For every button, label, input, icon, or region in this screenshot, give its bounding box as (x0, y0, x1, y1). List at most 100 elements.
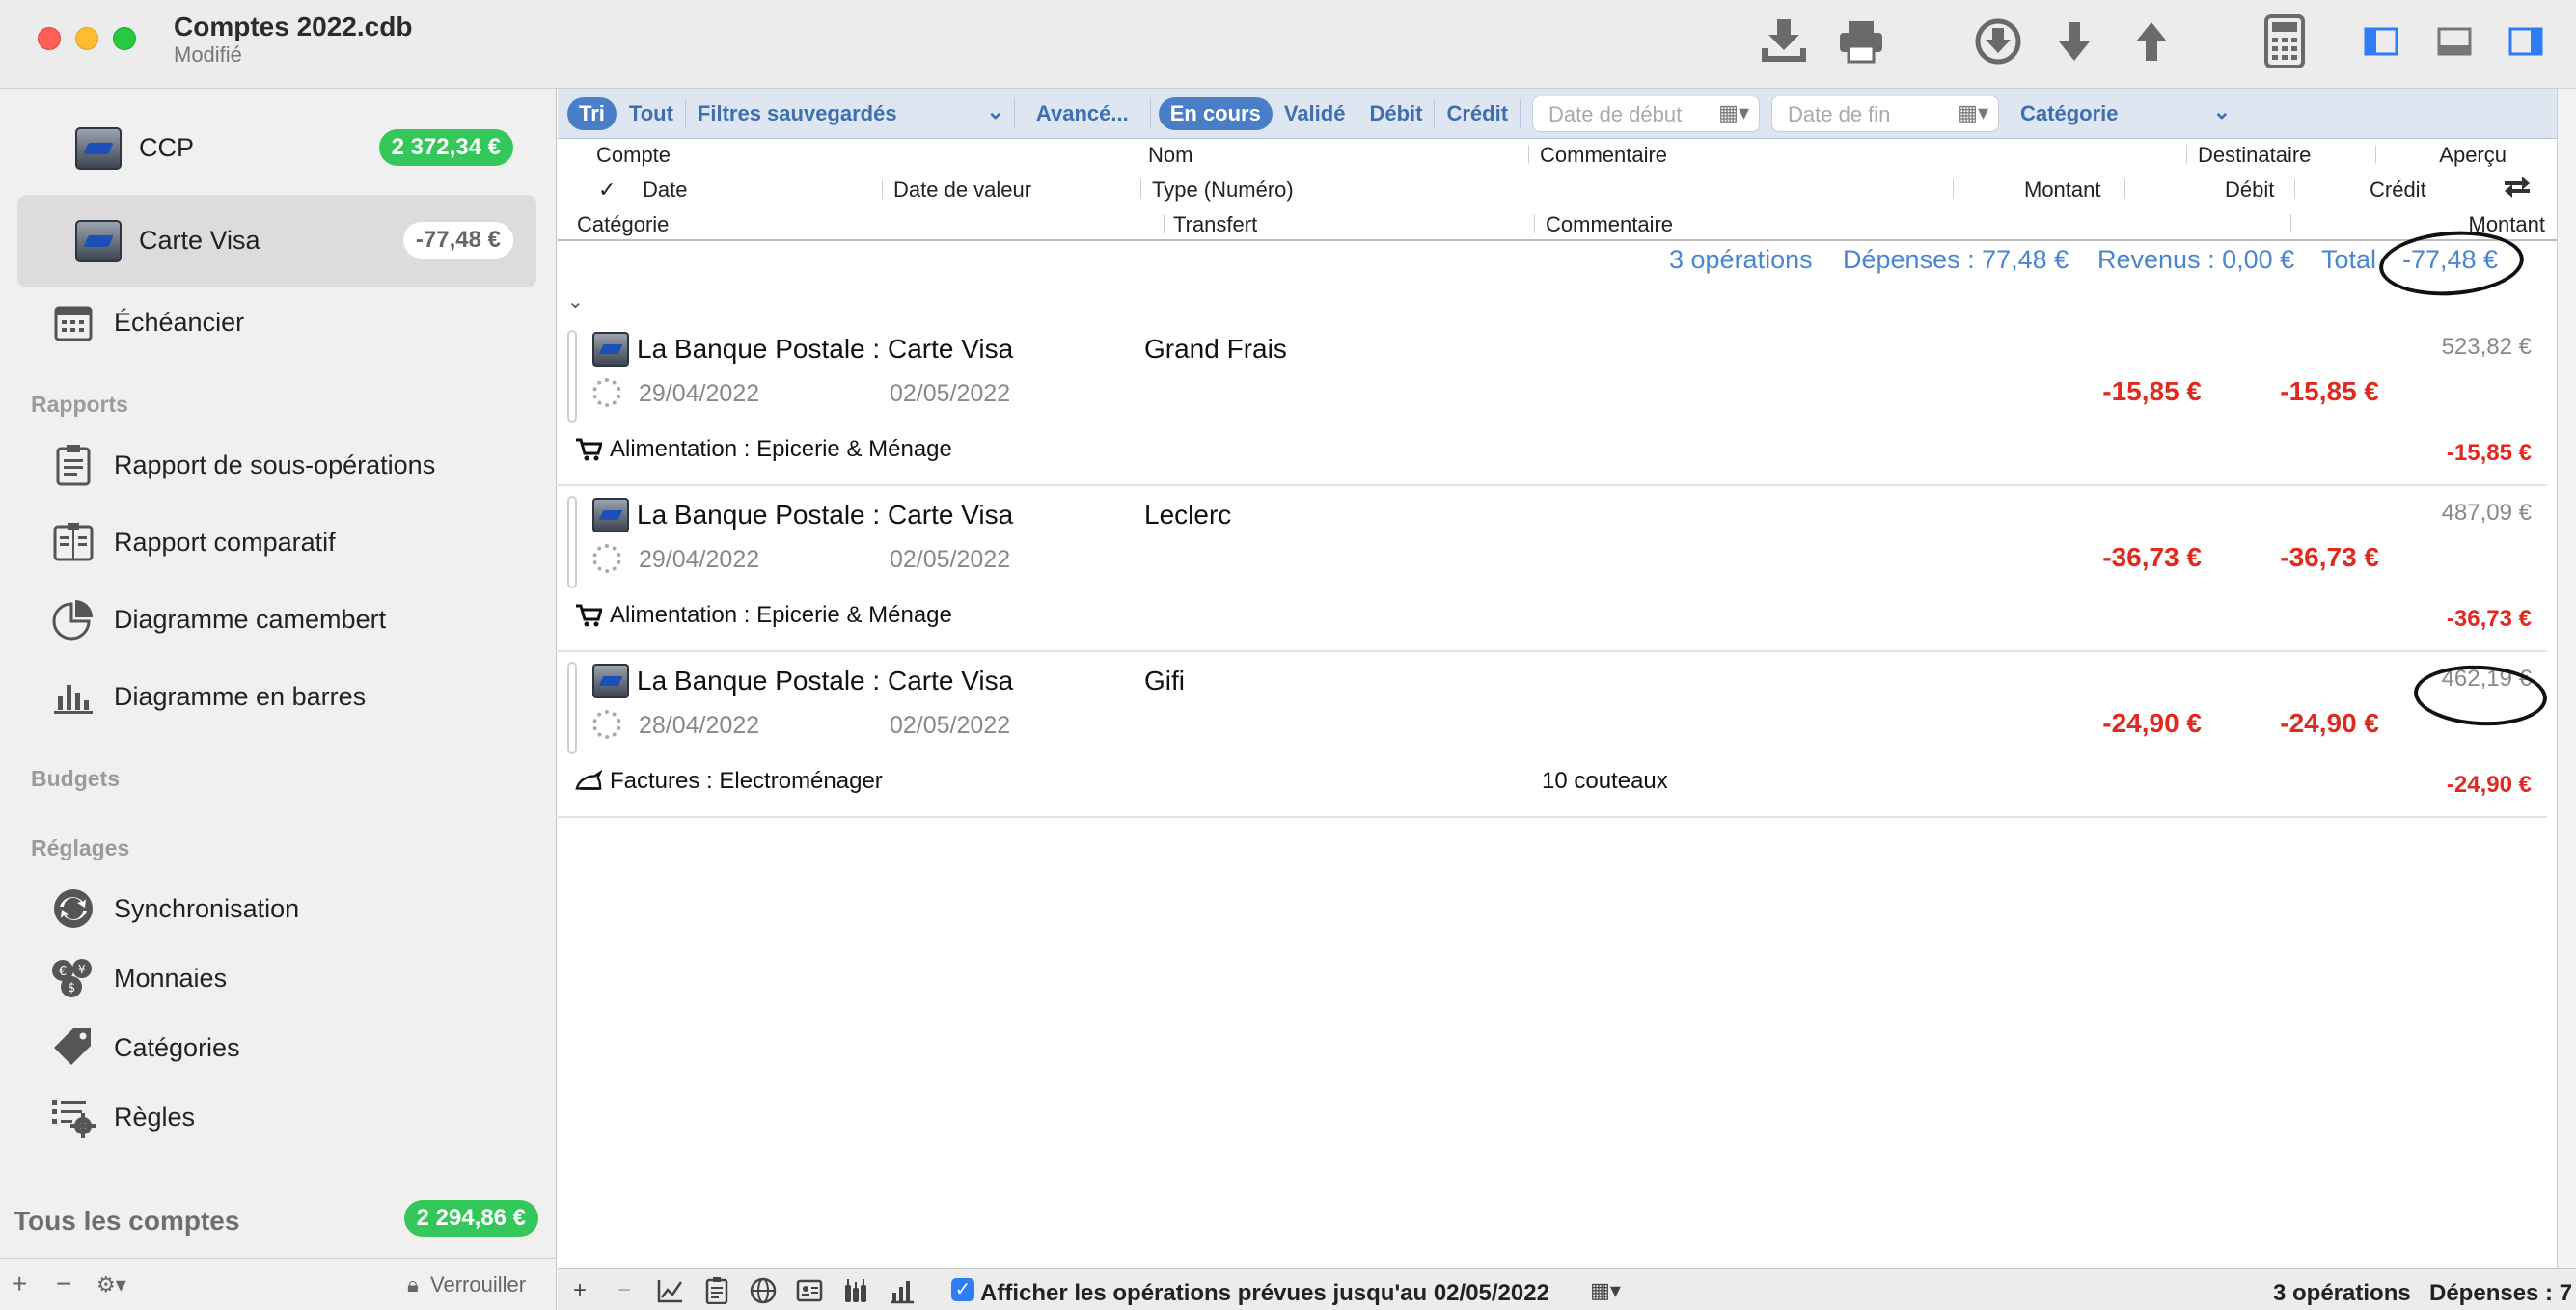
clipboard-icon[interactable] (702, 1276, 731, 1305)
filter-all[interactable]: Tout (617, 97, 685, 130)
filter-debit[interactable]: Débit (1357, 97, 1434, 130)
pie-chart-icon (50, 596, 96, 642)
section-title-settings: Réglages (31, 835, 130, 860)
gear-icon[interactable]: ⚙▾ (96, 1272, 126, 1297)
arrow-up-icon[interactable] (2126, 14, 2177, 69)
saved-filters-dropdown[interactable]: Filtres sauvegardés ⌄ (686, 97, 1014, 130)
bar-chart-icon[interactable] (888, 1276, 917, 1305)
sort-button[interactable]: Tri (567, 96, 617, 130)
sidebar-item-report-comparative[interactable]: Rapport comparatif (50, 515, 336, 569)
transaction-row[interactable]: La Banque Postale : Carte Visa Gifi 28/0… (558, 652, 2547, 818)
show-planned-checkbox[interactable]: ✓ (951, 1278, 974, 1301)
summary-bar: 3 opérations Dépenses : 77,48 € Revenus … (558, 241, 2545, 280)
id-card-icon[interactable] (795, 1276, 824, 1305)
sidebar-item-bar-chart[interactable]: Diagramme en barres (50, 669, 366, 723)
summary-expenses: Dépenses : 77,48 € (1843, 245, 2069, 274)
col-category[interactable]: Catégorie (577, 212, 669, 237)
transaction-category: Alimentation : Epicerie & Ménage (610, 436, 952, 462)
filter-pending[interactable]: En cours (1158, 96, 1273, 130)
pending-spinner-icon (592, 710, 621, 739)
panel-bottom-icon[interactable] (2435, 14, 2474, 69)
col-value-date[interactable]: Date de valeur (893, 177, 1031, 203)
calendar-grid-icon[interactable]: ▦▾ (1718, 100, 1749, 125)
col-debit[interactable]: Débit (2225, 177, 2274, 203)
col-credit[interactable]: Crédit (2370, 177, 2426, 203)
tags-icon (50, 1024, 96, 1071)
col-comment[interactable]: Commentaire (1540, 143, 1667, 168)
globe-icon[interactable] (749, 1276, 778, 1305)
sidebar-item-categories[interactable]: Catégories (50, 1021, 240, 1075)
col-date[interactable]: Date (643, 177, 687, 203)
account-balance-badge: 2 372,34 € (378, 129, 513, 166)
calculator-icon[interactable] (2261, 14, 2308, 69)
close-window-button[interactable] (38, 27, 61, 50)
col-name[interactable]: Nom (1148, 143, 1192, 168)
col-transfer[interactable]: Transfert (1173, 212, 1257, 237)
all-accounts-label[interactable]: Tous les comptes (14, 1206, 239, 1237)
bottom-expenses: Dépenses : 7 (2429, 1280, 2573, 1306)
sidebar-account-ccp[interactable]: CCP 2 372,34 € (17, 102, 536, 195)
svg-text:$: $ (68, 981, 75, 996)
bottom-count: 3 opérations (2273, 1280, 2411, 1306)
transaction-value-date: 02/05/2022 (890, 546, 1011, 573)
transaction-total: -24,90 € (2446, 772, 2532, 798)
col-check[interactable]: ✓ (598, 177, 616, 203)
calendar-grid-icon[interactable]: ▦▾ (1958, 100, 1988, 125)
sidebar-item-schedule[interactable]: Échéancier (50, 295, 244, 349)
import-icon[interactable] (1756, 14, 1812, 69)
start-date-field[interactable]: Date de début ▦▾ (1532, 95, 1761, 132)
bottles-icon[interactable] (841, 1276, 870, 1305)
account-name: Carte Visa (139, 226, 260, 255)
show-planned-label[interactable]: Afficher les opérations prévues jusqu'au… (980, 1280, 1549, 1307)
bank-card-icon (592, 664, 629, 698)
minimize-window-button[interactable] (75, 27, 98, 50)
line-chart-icon[interactable] (656, 1276, 685, 1305)
remove-button[interactable]: − (56, 1269, 71, 1299)
category-dropdown[interactable]: Catégorie ⌄ (2009, 97, 2240, 130)
zoom-window-button[interactable] (113, 27, 136, 50)
col-type[interactable]: Type (Numéro) (1152, 177, 1294, 203)
transaction-row[interactable]: La Banque Postale : Carte Visa Grand Fra… (558, 320, 2547, 486)
add-transaction-button[interactable]: + (565, 1276, 594, 1305)
print-icon[interactable] (1833, 14, 1889, 69)
transaction-account: La Banque Postale : Carte Visa (637, 666, 1014, 696)
bank-card-icon (592, 498, 629, 532)
table-grid-icon[interactable]: ▦▾ (1584, 1276, 1627, 1305)
col-account[interactable]: Compte (596, 143, 671, 168)
swap-columns-icon[interactable] (2503, 174, 2532, 205)
collapse-chevron-icon[interactable]: ⌄ (567, 289, 584, 314)
download-circle-icon[interactable] (1970, 14, 2026, 69)
col-preview[interactable]: Aperçu (2439, 143, 2507, 168)
col-amount[interactable]: Montant (2024, 177, 2101, 203)
col-recipient[interactable]: Destinataire (2198, 143, 2311, 168)
sidebar-left-icon[interactable] (2362, 14, 2400, 69)
filter-bar: Tri Tout Filtres sauvegardés ⌄ Avancé...… (558, 89, 2557, 139)
transaction-row[interactable]: La Banque Postale : Carte Visa Leclerc 2… (558, 486, 2547, 652)
advanced-filter[interactable]: Avancé... (1015, 97, 1150, 130)
transaction-category: Alimentation : Epicerie & Ménage (610, 602, 952, 628)
sidebar-item-report-suboperations[interactable]: Rapport de sous-opérations (50, 438, 435, 492)
sidebar-item-pie-chart[interactable]: Diagramme camembert (50, 592, 386, 646)
remove-transaction-button[interactable]: − (610, 1276, 639, 1305)
transaction-date: 29/04/2022 (639, 380, 760, 407)
sidebar-item-sync[interactable]: Synchronisation (50, 882, 299, 936)
chevron-down-icon: ⌄ (986, 98, 1004, 123)
lock-icon[interactable]: 🔒︎ (407, 1272, 419, 1297)
sidebar-item-currencies[interactable]: € ¥ $ Monnaies (50, 951, 227, 1005)
transaction-value-date: 02/05/2022 (890, 380, 1011, 407)
lock-button-label[interactable]: Verrouiller (430, 1272, 526, 1297)
summary-count: 3 opérations (1669, 245, 1813, 274)
svg-text:¥: ¥ (78, 963, 86, 976)
filter-credit[interactable]: Crédit (1435, 97, 1520, 130)
col-comment-secondary[interactable]: Commentaire (1546, 212, 1673, 237)
filter-validated[interactable]: Validé (1273, 97, 1357, 130)
sidebar-item-rules[interactable]: Règles (50, 1090, 195, 1144)
sidebar-account-carte-visa[interactable]: Carte Visa -77,48 € (17, 195, 536, 287)
rules-gear-icon (50, 1094, 96, 1140)
add-button[interactable]: + (12, 1269, 27, 1299)
sidebar-bottom-bar: + − ⚙▾ 🔒︎ Verrouiller (0, 1258, 557, 1310)
transaction-account: La Banque Postale : Carte Visa (637, 334, 1014, 364)
arrow-down-icon[interactable] (2049, 14, 2099, 69)
end-date-field[interactable]: Date de fin ▦▾ (1771, 95, 2000, 132)
sidebar-right-icon[interactable] (2507, 14, 2545, 69)
